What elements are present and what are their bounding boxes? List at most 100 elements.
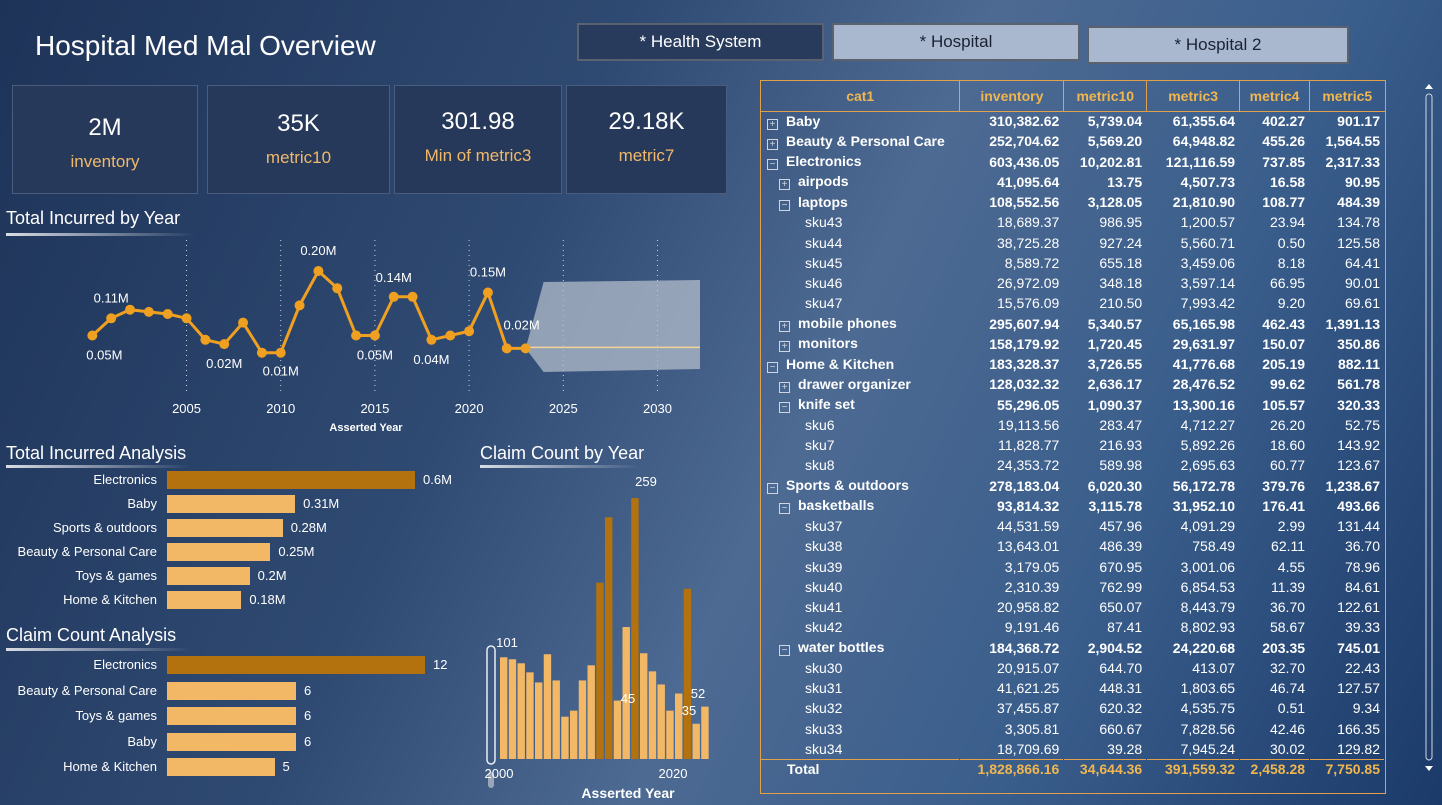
expand-icon[interactable]: +: [767, 138, 778, 150]
kpi-card-metric7[interactable]: 29.18K metric7: [566, 85, 727, 194]
kpi-card-min-metric3[interactable]: 301.98 Min of metric3: [394, 85, 562, 194]
x-axis-label: Asserted Year: [581, 785, 675, 801]
expand-icon[interactable]: +: [779, 341, 790, 353]
table-row[interactable]: sku45 8,589.72 655.18 3,459.06 8.18 64.41: [761, 253, 1385, 273]
slicer-hospital-2[interactable]: * Hospital 2: [1087, 26, 1349, 64]
bar[interactable]: [167, 495, 296, 513]
table-cell: 1,564.55: [1325, 133, 1381, 150]
row-label-cell: − Home & Kitchen: [761, 354, 960, 374]
table-row[interactable]: sku47 15,576.09 210.50 7,993.42 9.20 69.61: [761, 293, 1385, 313]
data-point: [445, 330, 456, 341]
page-title: Hospital Med Mal Overview: [35, 30, 376, 61]
collapse-icon[interactable]: −: [779, 199, 790, 211]
table-row[interactable]: sku38 13,643.01 486.39 758.49 62.11 36.70: [761, 536, 1385, 556]
table-row[interactable]: sku46 26,972.09 348.18 3,597.14 66.95 90.01: [761, 273, 1385, 293]
col-header-metric10[interactable]: metric10: [1063, 81, 1148, 112]
expand-icon[interactable]: +: [767, 118, 778, 130]
slicer-hospital[interactable]: * Hospital: [832, 23, 1080, 61]
table-row[interactable]: − knife set 55,296.05 1,090.37 13,300.16 105.…: [761, 395, 1385, 415]
expand-icon[interactable]: +: [779, 179, 790, 191]
table-row[interactable]: sku7 11,828.77 216.93 5,892.26 18.60 143.92: [761, 435, 1385, 455]
col-header-metric5[interactable]: metric5: [1309, 81, 1385, 112]
table-row[interactable]: + monitors 158,179.92 1,720.45 29,631.97 150.…: [761, 334, 1385, 354]
table-cell: 18,709.69: [997, 740, 1060, 757]
bar-category-label: Beauty & Personal Care: [17, 682, 157, 698]
table-row[interactable]: + airpods 41,095.64 13.75 4,507.73 16.58 90.95: [761, 172, 1385, 192]
collapse-icon[interactable]: −: [767, 361, 778, 373]
table-cell: 58.67: [1269, 619, 1306, 636]
collapse-icon[interactable]: −: [779, 645, 790, 657]
table-cell: 9.20: [1277, 295, 1306, 312]
data-point: [219, 339, 230, 350]
bar[interactable]: [167, 707, 296, 725]
table-cell: 4.55: [1277, 558, 1306, 575]
x-tick-label: 2020: [659, 766, 688, 781]
col-header-metric3[interactable]: metric3: [1146, 81, 1241, 112]
table-row[interactable]: sku30 20,915.07 644.70 413.07 32.70 22.43: [761, 658, 1385, 678]
collapse-icon[interactable]: −: [779, 503, 790, 515]
data-label: 0.01M: [263, 364, 299, 379]
bar-category-label: Sports & outdoors: [52, 520, 157, 535]
table-row[interactable]: sku39 3,179.05 670.95 3,001.06 4.55 78.96: [761, 557, 1385, 577]
bar[interactable]: [167, 567, 250, 585]
bar-value-label: 0.25M: [278, 544, 315, 559]
data-label: 35: [682, 703, 696, 718]
collapse-icon[interactable]: −: [767, 159, 778, 171]
table-row[interactable]: − laptops 108,552.56 3,128.05 21,810.90 108.7…: [761, 192, 1385, 212]
kpi-card-metric10[interactable]: 35K metric10: [207, 85, 390, 194]
bar[interactable]: [167, 732, 296, 751]
table-row[interactable]: + Beauty & Personal Care 252,704.62 5,569.2…: [761, 131, 1385, 151]
table-cell: 125.58: [1337, 234, 1380, 251]
bar[interactable]: [167, 681, 296, 700]
kpi-card-inventory[interactable]: 2M inventory: [12, 85, 198, 194]
table-row[interactable]: − water bottles 184,368.72 2,904.52 24,220.6…: [761, 638, 1385, 658]
table-row[interactable]: sku44 38,725.28 927.24 5,560.71 0.50 125.58: [761, 233, 1385, 253]
expand-icon[interactable]: +: [779, 381, 790, 393]
table-row[interactable]: sku40 2,310.39 762.99 6,854.53 11.39 84.61: [761, 577, 1385, 597]
table-row[interactable]: − basketballs 93,814.32 3,115.78 31,952.10 17…: [761, 496, 1385, 516]
table-row[interactable]: sku43 18,689.37 986.95 1,200.57 23.94 134.78: [761, 212, 1385, 232]
table-row[interactable]: − Electronics 603,436.05 10,202.81 121,116.5…: [761, 152, 1385, 172]
table-row[interactable]: sku37 44,531.59 457.96 4,091.29 2.99 131.44: [761, 516, 1385, 536]
table-cell: 90.95: [1344, 173, 1380, 190]
row-label: sku31: [805, 680, 843, 697]
row-label: Baby: [786, 112, 821, 129]
table-row[interactable]: sku42 9,191.46 87.41 8,802.93 58.67 39.33: [761, 617, 1385, 637]
bar[interactable]: [167, 656, 425, 674]
bar[interactable]: [167, 591, 242, 609]
row-label-cell: sku42: [761, 617, 960, 637]
col-header-inventory[interactable]: inventory: [959, 81, 1065, 112]
col-header-metric4[interactable]: metric4: [1239, 81, 1311, 112]
bar[interactable]: [167, 471, 415, 489]
claim-count-year-chart[interactable]: 101 259 45 52 35 2000 2020 Asserted Year: [480, 470, 710, 805]
collapse-icon[interactable]: −: [779, 402, 790, 414]
bar[interactable]: [167, 543, 271, 561]
table-row[interactable]: sku8 24,353.72 589.98 2,695.63 60.77 123.67: [761, 455, 1385, 475]
table-row[interactable]: − Sports & outdoors 278,183.04 6,020.30 56,1…: [761, 476, 1385, 496]
table-row[interactable]: − Home & Kitchen 183,328.37 3,726.55 41,776.…: [761, 354, 1385, 374]
table-row[interactable]: + Baby 310,382.62 5,739.04 61,355.64 402.27 90…: [761, 111, 1385, 131]
collapse-icon[interactable]: −: [767, 483, 778, 495]
bar[interactable]: [167, 519, 283, 537]
table-row[interactable]: sku34 18,709.69 39.28 7,945.24 30.02 129.82: [761, 739, 1385, 759]
table-cell: 93,814.32: [997, 497, 1060, 514]
table-cell: 127.57: [1337, 680, 1380, 697]
col-header-cat1[interactable]: cat1: [761, 81, 961, 112]
slicer-health-system[interactable]: * Health System: [577, 23, 824, 61]
table-cell: 603,436.05: [989, 153, 1060, 170]
expand-icon[interactable]: +: [779, 321, 790, 333]
table-row[interactable]: sku31 41,621.25 448.31 1,803.65 46.74 127.57: [761, 678, 1385, 698]
table-row[interactable]: + drawer organizer 128,032.32 2,636.17 28,47…: [761, 374, 1385, 394]
table-row[interactable]: sku6 19,113.56 283.47 4,712.27 26.20 52.75: [761, 415, 1385, 435]
table-cell: 561.78: [1337, 376, 1380, 393]
row-label: airpods: [798, 173, 849, 190]
table-row[interactable]: sku41 20,958.82 650.07 8,443.79 36.70 122.61: [761, 597, 1385, 617]
line-chart[interactable]: 2005 2010 2015 2020 2025 2030 Asserted Year 0.0…: [0, 236, 720, 436]
table-row[interactable]: + mobile phones 295,607.94 5,340.57 65,165.9…: [761, 314, 1385, 334]
bar[interactable]: [167, 758, 275, 776]
data-point: [351, 330, 362, 341]
matrix-table[interactable]: cat1 inventory metric10 metric3 metric4 …: [760, 80, 1386, 794]
table-scrollbar[interactable]: [1422, 80, 1436, 775]
table-row[interactable]: sku32 37,455.87 620.32 4,535.75 0.51 9.34: [761, 698, 1385, 718]
table-row[interactable]: sku33 3,305.81 660.67 7,828.56 42.46 166.35: [761, 719, 1385, 739]
